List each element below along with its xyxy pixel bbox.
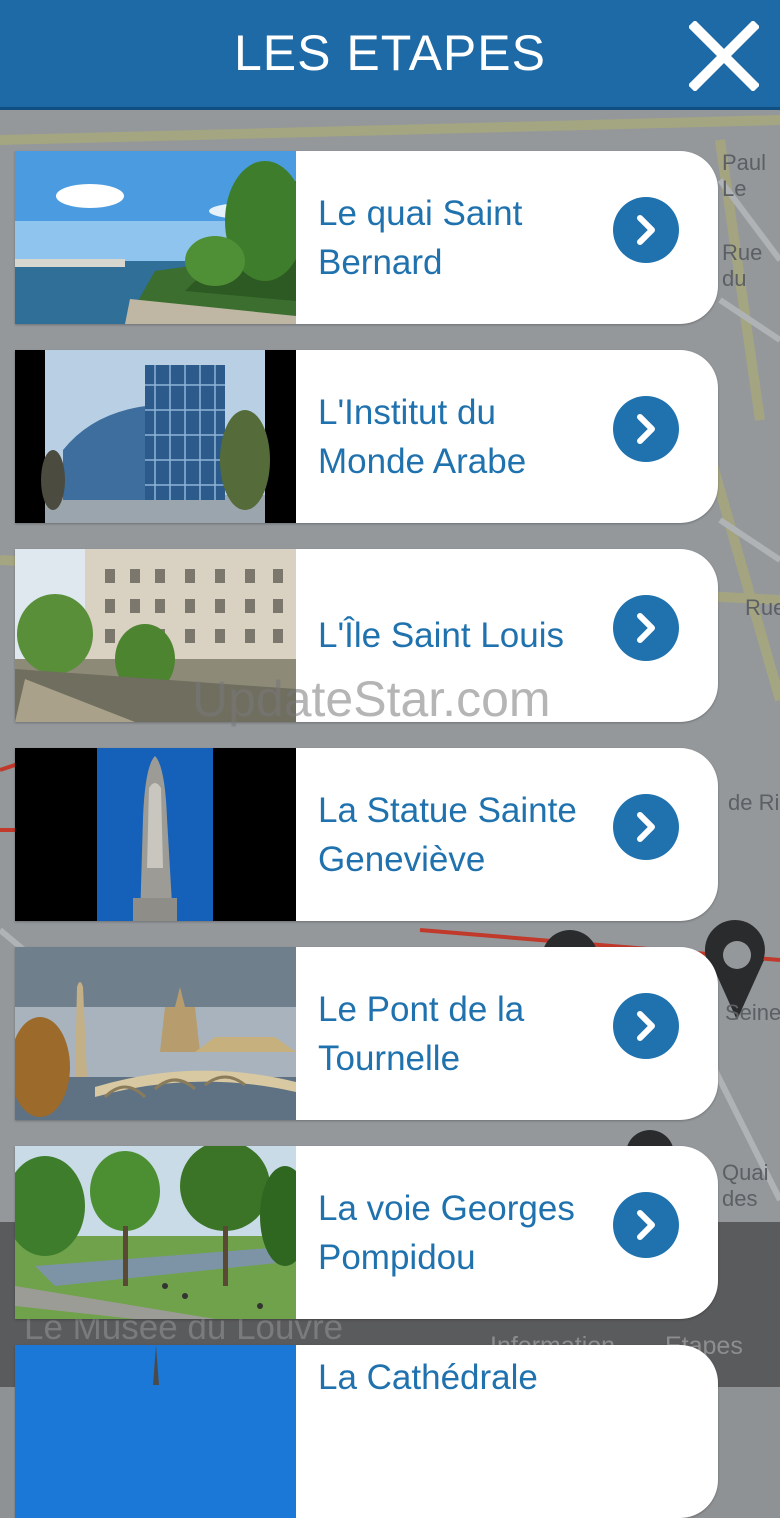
step-item[interactable]: La Statue Sainte Geneviève	[15, 748, 718, 921]
step-photo	[15, 748, 296, 921]
step-title: La Cathédrale	[318, 1358, 538, 1397]
map-label: Rue	[745, 595, 780, 620]
page-title: LES ETAPES	[234, 25, 546, 81]
map-label: de Ri	[728, 790, 780, 815]
header-bar: LES ETAPES	[0, 0, 780, 110]
step-title: L'Institut du Monde Arabe	[318, 392, 527, 481]
step-item[interactable]: Le Pont de la Tournelle	[15, 947, 718, 1120]
step-title: Le quai Saint Bernard	[318, 193, 523, 282]
chevron-right-icon[interactable]	[613, 794, 679, 860]
map-label: Paul Le	[722, 150, 767, 201]
chevron-right-icon[interactable]	[613, 993, 679, 1059]
chevron-right-icon[interactable]	[613, 1192, 679, 1258]
step-item[interactable]: La voie Georges Pompidou	[15, 1146, 718, 1319]
close-icon	[689, 21, 759, 91]
step-item[interactable]: L'Île Saint Louis	[15, 549, 718, 722]
step-item[interactable]: L'Institut du Monde Arabe	[15, 350, 718, 523]
chevron-right-icon[interactable]	[613, 396, 679, 462]
step-title: La voie Georges Pompidou	[318, 1188, 575, 1277]
step-photo	[15, 1345, 296, 1518]
map-label: Quai des	[722, 1160, 769, 1211]
step-title: La Statue Sainte Geneviève	[318, 790, 577, 879]
step-photo	[15, 549, 296, 722]
step-photo	[15, 350, 296, 523]
chevron-right-icon[interactable]	[613, 595, 679, 661]
step-title: L'Île Saint Louis	[318, 616, 565, 655]
step-item[interactable]: La Cathédrale	[15, 1345, 718, 1518]
step-item[interactable]: Le quai Saint Bernard	[15, 151, 718, 324]
close-button[interactable]	[682, 14, 766, 98]
step-photo	[15, 151, 296, 324]
step-title: Le Pont de la Tournelle	[318, 989, 525, 1078]
chevron-right-icon[interactable]	[613, 197, 679, 263]
map-label: Seine	[725, 1000, 780, 1025]
map-label: Rue du	[722, 240, 763, 291]
step-photo	[15, 947, 296, 1120]
step-photo	[15, 1146, 296, 1319]
